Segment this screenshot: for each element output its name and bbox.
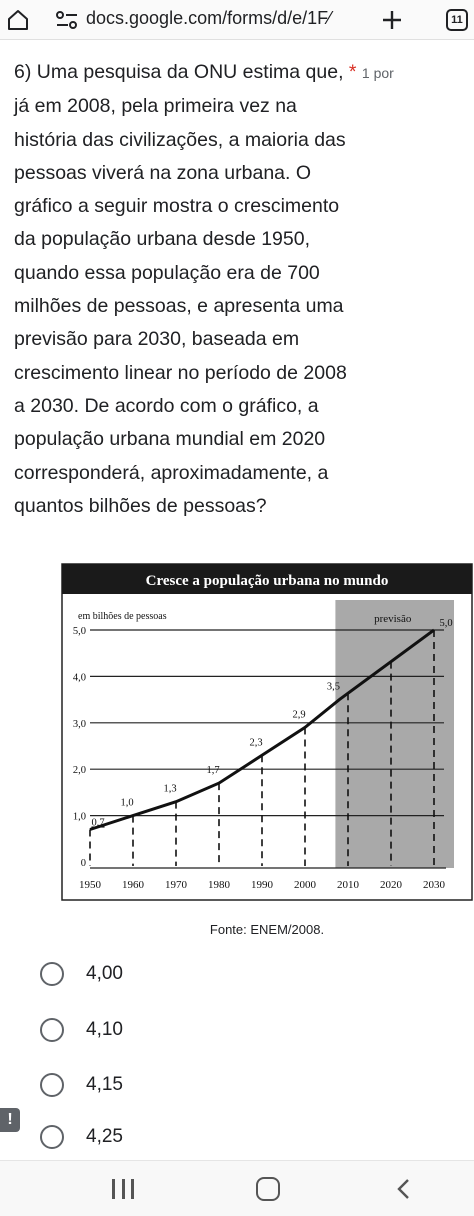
question-line: população urbana mundial em 2020 xyxy=(14,428,326,451)
x-tick-label: 1970 xyxy=(165,879,188,891)
x-tick-label: 2030 xyxy=(423,879,446,891)
radio-button[interactable] xyxy=(40,1073,64,1097)
x-tick-label: 2010 xyxy=(337,879,360,891)
radio-button[interactable] xyxy=(40,1018,64,1042)
urban-population-chart: Cresce a população urbana no mundo previs… xyxy=(60,562,474,902)
data-label: 2,9 xyxy=(292,709,305,720)
y-tick-label: 3,0 xyxy=(73,719,86,730)
new-tab-icon xyxy=(383,11,401,29)
back-icon[interactable] xyxy=(392,1177,416,1201)
chart-source: Fonte: ENEM/2008. xyxy=(209,922,325,937)
x-tick-label: 1980 xyxy=(208,879,231,891)
radio-button[interactable] xyxy=(40,962,64,986)
home-nav-icon[interactable] xyxy=(256,1177,280,1201)
warning-icon: ! xyxy=(0,1108,20,1132)
question-line: crescimento linear no período de 2008 xyxy=(14,361,347,384)
question-line: já em 2008, pela primeira vez na xyxy=(14,95,297,118)
question-line: milhões de pessoas, e apresenta uma xyxy=(14,295,344,318)
y-tick-label: 4,0 xyxy=(73,672,86,683)
points-label: 1 por xyxy=(361,65,394,81)
option-3[interactable]: 4,15 xyxy=(40,1068,123,1102)
y-tick-label: 5,0 xyxy=(73,626,86,637)
option-4[interactable]: 4,25 xyxy=(40,1120,123,1154)
question-line: quantos bilhões de pessoas? xyxy=(14,494,267,517)
question-line: quando essa população era de 700 xyxy=(14,261,320,284)
option-label: 4,10 xyxy=(86,1019,123,1040)
question-line: corresponderá, aproximadamente, a xyxy=(14,461,329,484)
question-line: história das civilizações, a maioria das xyxy=(14,128,346,151)
forecast-label: previsão xyxy=(374,613,412,625)
x-tick-label: 1950 xyxy=(79,879,102,891)
option-label: 4,25 xyxy=(86,1126,123,1147)
radio-button[interactable] xyxy=(40,1125,64,1149)
system-navbar xyxy=(0,1160,474,1216)
url-bar[interactable]: docs.google.com/forms/d/e/1F⁄ xyxy=(86,8,356,29)
chart-title: Cresce a população urbana no mundo xyxy=(146,573,389,589)
y-axis-label: em bilhões de pessoas xyxy=(78,611,167,622)
x-tick-label: 2000 xyxy=(294,879,317,891)
data-label: 0,7 xyxy=(91,818,104,829)
data-label: 1,7 xyxy=(206,765,219,776)
x-tick-label: 2020 xyxy=(380,879,403,891)
required-marker: * xyxy=(348,61,357,83)
y-tick-label: 0 xyxy=(81,858,86,869)
question-title: 6) Uma pesquisa da ONU estima que, xyxy=(14,61,344,83)
home-button[interactable] xyxy=(4,6,32,34)
option-2[interactable]: 4,10 xyxy=(40,1013,123,1047)
forecast-band xyxy=(335,600,454,868)
y-tick-label: 1,0 xyxy=(73,812,86,823)
option-1[interactable]: 4,00 xyxy=(40,957,123,991)
data-label: 5,0 xyxy=(439,618,452,629)
x-tick-label: 1990 xyxy=(251,879,274,891)
x-tick-label: 1960 xyxy=(122,879,145,891)
option-label: 4,15 xyxy=(86,1074,123,1095)
new-tab-button[interactable] xyxy=(378,6,406,34)
question-line: pessoas viverá na zona urbana. O xyxy=(14,161,312,184)
option-label: 4,00 xyxy=(86,963,123,984)
browser-toolbar: docs.google.com/forms/d/e/1F⁄ 11 xyxy=(0,0,474,40)
data-label: 1,3 xyxy=(163,784,176,795)
tab-switcher-icon[interactable]: 11 xyxy=(446,9,468,31)
question-line: previsão para 2030, baseada em xyxy=(14,328,300,351)
question-line: a 2030. De acordo com o gráfico, a xyxy=(14,394,319,417)
data-label: 1,0 xyxy=(120,798,133,809)
question-text: 6) Uma pesquisa da ONU estima que, * 1 p… xyxy=(14,56,469,523)
data-label: 2,3 xyxy=(249,737,262,748)
recents-icon[interactable] xyxy=(112,1179,134,1199)
chart-svg: Cresce a população urbana no mundo previs… xyxy=(61,563,473,901)
tune-icon[interactable] xyxy=(56,10,78,30)
question-line: gráfico a seguir mostra o crescimento xyxy=(14,195,340,218)
data-label: 3,5 xyxy=(327,682,340,693)
home-icon xyxy=(8,10,28,30)
y-tick-label: 2,0 xyxy=(73,765,86,776)
question-line: da população urbana desde 1950, xyxy=(14,228,311,251)
